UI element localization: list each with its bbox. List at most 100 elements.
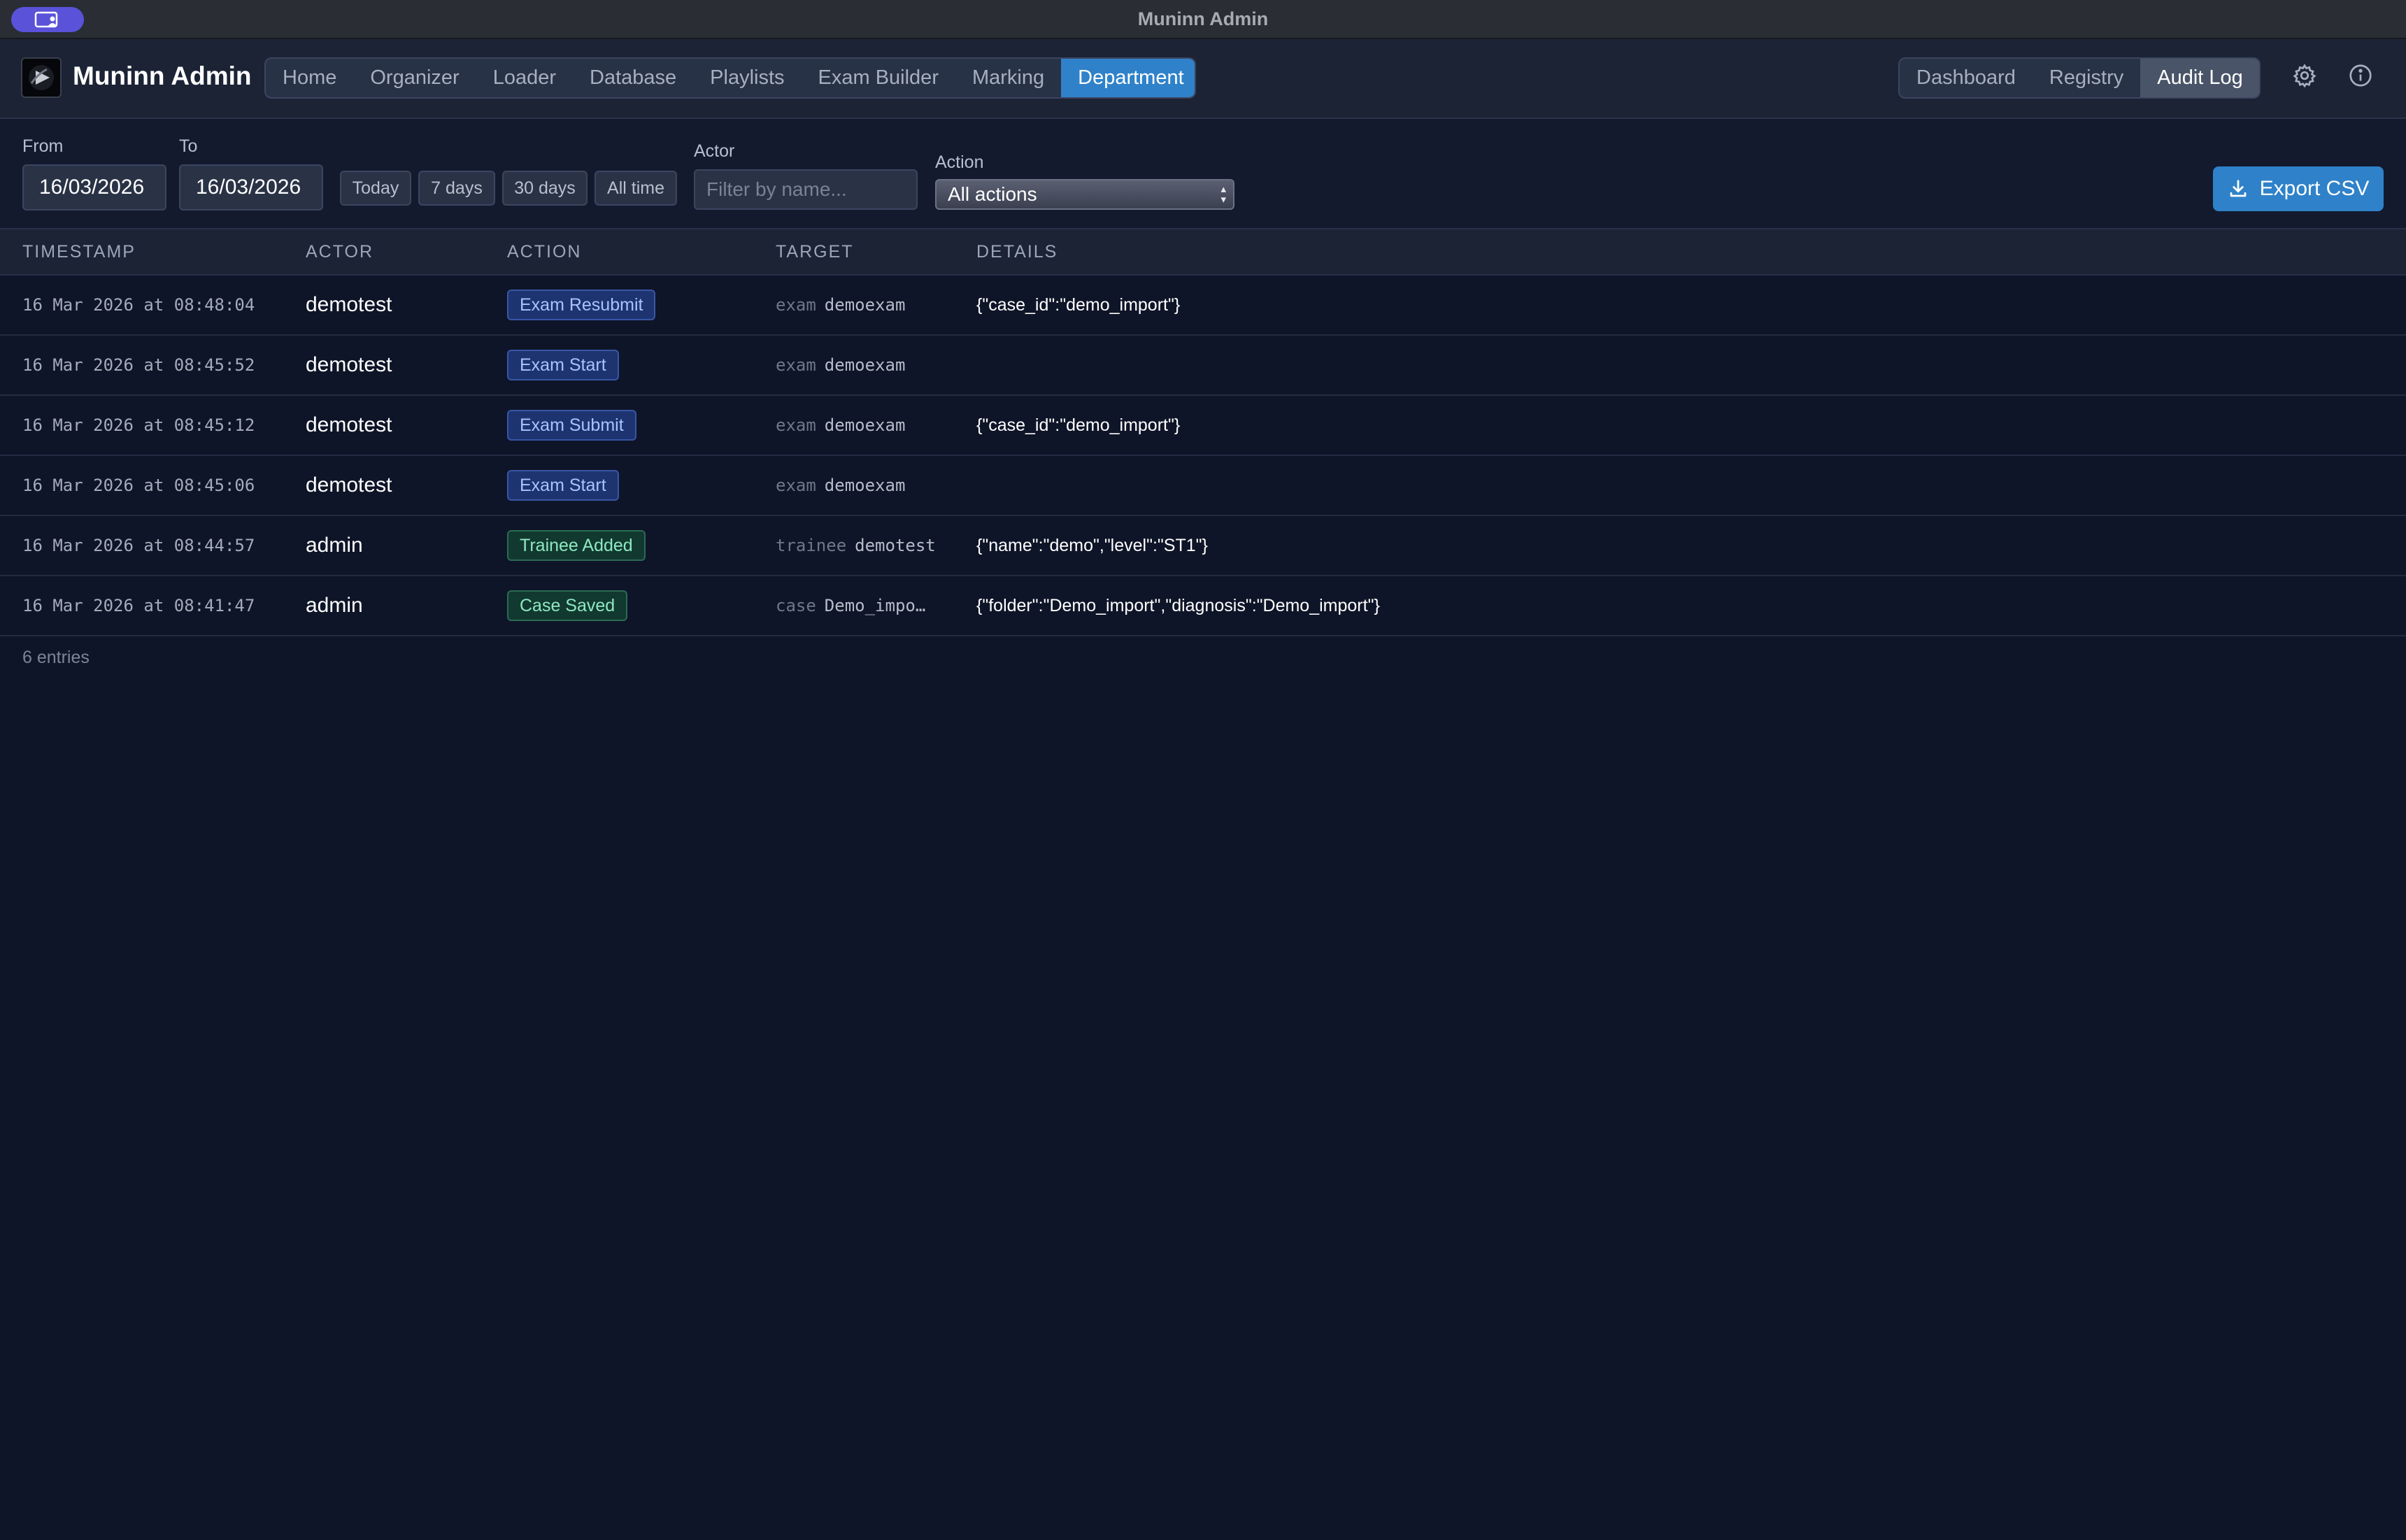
action-badge: Exam Submit bbox=[507, 410, 636, 441]
target-cell: exam demoexam bbox=[776, 456, 905, 515]
action-select[interactable]: All actions ▴ ▾ bbox=[935, 179, 1234, 210]
target-type: case bbox=[776, 596, 816, 615]
table-row[interactable]: 16 Mar 2026 at 08:48:04 demotest Exam Re… bbox=[0, 276, 2406, 336]
target-name: demoexam bbox=[824, 415, 906, 435]
table-row[interactable]: 16 Mar 2026 at 08:45:06 demotest Exam St… bbox=[0, 456, 2406, 516]
top-navigation: Muninn Admin Home Organizer Loader Datab… bbox=[0, 39, 2406, 119]
subnav-dashboard[interactable]: Dashboard bbox=[1900, 59, 2033, 97]
nav-marking[interactable]: Marking bbox=[955, 59, 1061, 97]
quick-range-today-button[interactable]: Today bbox=[340, 171, 411, 206]
to-date-input[interactable]: 16/03/2026 bbox=[179, 164, 323, 211]
export-csv-button[interactable]: Export CSV bbox=[2213, 166, 2384, 211]
department-subnav: Dashboard Registry Audit Log bbox=[1898, 57, 2261, 99]
download-icon bbox=[2230, 180, 2246, 197]
subnav-audit-log[interactable]: Audit Log bbox=[2140, 59, 2259, 97]
target-cell: exam demoexam bbox=[776, 396, 905, 455]
table-row[interactable]: 16 Mar 2026 at 08:45:12 demotest Exam Su… bbox=[0, 396, 2406, 456]
actor-cell: admin bbox=[306, 534, 363, 557]
subnav-registry[interactable]: Registry bbox=[2033, 59, 2140, 97]
nav-loader[interactable]: Loader bbox=[476, 59, 573, 97]
action-badge: Case Saved bbox=[507, 590, 628, 621]
target-type: exam bbox=[776, 415, 816, 435]
target-type: trainee bbox=[776, 536, 847, 555]
filter-bar: From 16/03/2026 To 16/03/2026 Today 7 da… bbox=[0, 119, 2406, 229]
timestamp-cell: 16 Mar 2026 at 08:45:06 bbox=[22, 476, 255, 495]
table-row[interactable]: 16 Mar 2026 at 08:44:57 admin Trainee Ad… bbox=[0, 516, 2406, 576]
window-titlebar: Muninn Admin bbox=[0, 0, 2406, 39]
from-label: From bbox=[22, 136, 64, 156]
from-date-input[interactable]: 16/03/2026 bbox=[22, 164, 166, 211]
action-badge: Trainee Added bbox=[507, 530, 646, 561]
target-type: exam bbox=[776, 295, 816, 315]
action-badge: Exam Start bbox=[507, 470, 619, 501]
main-nav: Home Organizer Loader Database Playlists… bbox=[264, 57, 1196, 99]
action-cell: Exam Start bbox=[507, 336, 619, 394]
nav-department[interactable]: Department bbox=[1061, 59, 1195, 97]
actor-cell: demotest bbox=[306, 293, 392, 316]
action-cell: Trainee Added bbox=[507, 516, 646, 575]
actor-cell: demotest bbox=[306, 353, 392, 376]
quick-range-7-days-button[interactable]: 7 days bbox=[418, 171, 495, 206]
select-arrows-icon: ▴ ▾ bbox=[1220, 183, 1226, 206]
table-row[interactable]: 16 Mar 2026 at 08:41:47 admin Case Saved… bbox=[0, 576, 2406, 636]
timestamp-cell: 16 Mar 2026 at 08:45:52 bbox=[22, 355, 255, 375]
action-cell: Exam Resubmit bbox=[507, 276, 656, 334]
to-label: To bbox=[179, 136, 198, 156]
details-cell: {"case_id":"demo_import"} bbox=[976, 294, 1181, 315]
timestamp-cell: 16 Mar 2026 at 08:44:57 bbox=[22, 536, 255, 555]
target-type: exam bbox=[776, 476, 816, 495]
details-cell: {"name":"demo","level":"ST1"} bbox=[976, 535, 1208, 555]
actor-cell: demotest bbox=[306, 473, 392, 497]
action-cell: Exam Submit bbox=[507, 396, 636, 455]
target-type: exam bbox=[776, 355, 816, 375]
entries-count: 6 entries bbox=[22, 648, 90, 667]
action-label: Action bbox=[935, 152, 984, 172]
actor-cell: demotest bbox=[306, 413, 392, 436]
column-header-target[interactable]: TARGET bbox=[776, 242, 854, 262]
nav-database[interactable]: Database bbox=[573, 59, 693, 97]
details-cell: {"case_id":"demo_import"} bbox=[976, 415, 1181, 435]
actor-label: Actor bbox=[694, 141, 735, 161]
app-logo-icon bbox=[21, 57, 62, 98]
nav-exam-builder[interactable]: Exam Builder bbox=[802, 59, 955, 97]
action-select-value: All actions bbox=[948, 183, 1037, 205]
target-cell: case Demo_impo… bbox=[776, 576, 925, 635]
column-header-action[interactable]: ACTION bbox=[507, 242, 581, 262]
window-profile-icon bbox=[34, 11, 58, 28]
timestamp-cell: 16 Mar 2026 at 08:45:12 bbox=[22, 415, 255, 435]
app-switcher-button[interactable] bbox=[11, 7, 84, 32]
target-cell: trainee demotest bbox=[776, 516, 936, 575]
brand-title: Muninn Admin bbox=[73, 62, 252, 90]
column-header-actor[interactable]: ACTOR bbox=[306, 242, 373, 262]
column-header-timestamp[interactable]: TIMESTAMP bbox=[22, 242, 136, 262]
action-badge: Exam Resubmit bbox=[507, 290, 656, 320]
info-icon[interactable] bbox=[2347, 62, 2375, 90]
target-name: demoexam bbox=[824, 355, 906, 375]
action-cell: Exam Start bbox=[507, 456, 619, 515]
action-badge: Exam Start bbox=[507, 350, 619, 380]
export-csv-label: Export CSV bbox=[2259, 177, 2370, 200]
nav-playlists[interactable]: Playlists bbox=[693, 59, 801, 97]
audit-log-table: 16 Mar 2026 at 08:48:04 demotest Exam Re… bbox=[0, 276, 2406, 636]
target-cell: exam demoexam bbox=[776, 276, 905, 334]
quick-range-30-days-button[interactable]: 30 days bbox=[502, 171, 588, 206]
nav-home[interactable]: Home bbox=[266, 59, 353, 97]
settings-gear-icon[interactable] bbox=[2291, 62, 2319, 90]
window-title: Muninn Admin bbox=[1137, 8, 1269, 29]
column-header-details[interactable]: DETAILS bbox=[976, 242, 1058, 262]
timestamp-cell: 16 Mar 2026 at 08:41:47 bbox=[22, 596, 255, 615]
quick-range-all-time-button[interactable]: All time bbox=[595, 171, 677, 206]
timestamp-cell: 16 Mar 2026 at 08:48:04 bbox=[22, 295, 255, 315]
target-name: demoexam bbox=[824, 476, 906, 495]
target-name: Demo_impo… bbox=[824, 596, 926, 615]
target-name: demotest bbox=[855, 536, 936, 555]
table-row[interactable]: 16 Mar 2026 at 08:45:52 demotest Exam St… bbox=[0, 336, 2406, 396]
target-cell: exam demoexam bbox=[776, 336, 905, 394]
actor-cell: admin bbox=[306, 594, 363, 617]
details-cell: {"folder":"Demo_import","diagnosis":"Dem… bbox=[976, 595, 1380, 615]
nav-organizer[interactable]: Organizer bbox=[353, 59, 476, 97]
target-name: demoexam bbox=[824, 295, 906, 315]
action-cell: Case Saved bbox=[507, 576, 628, 635]
actor-filter-input[interactable]: Filter by name... bbox=[694, 169, 918, 210]
table-header: TIMESTAMP ACTOR ACTION TARGET DETAILS bbox=[0, 229, 2406, 276]
